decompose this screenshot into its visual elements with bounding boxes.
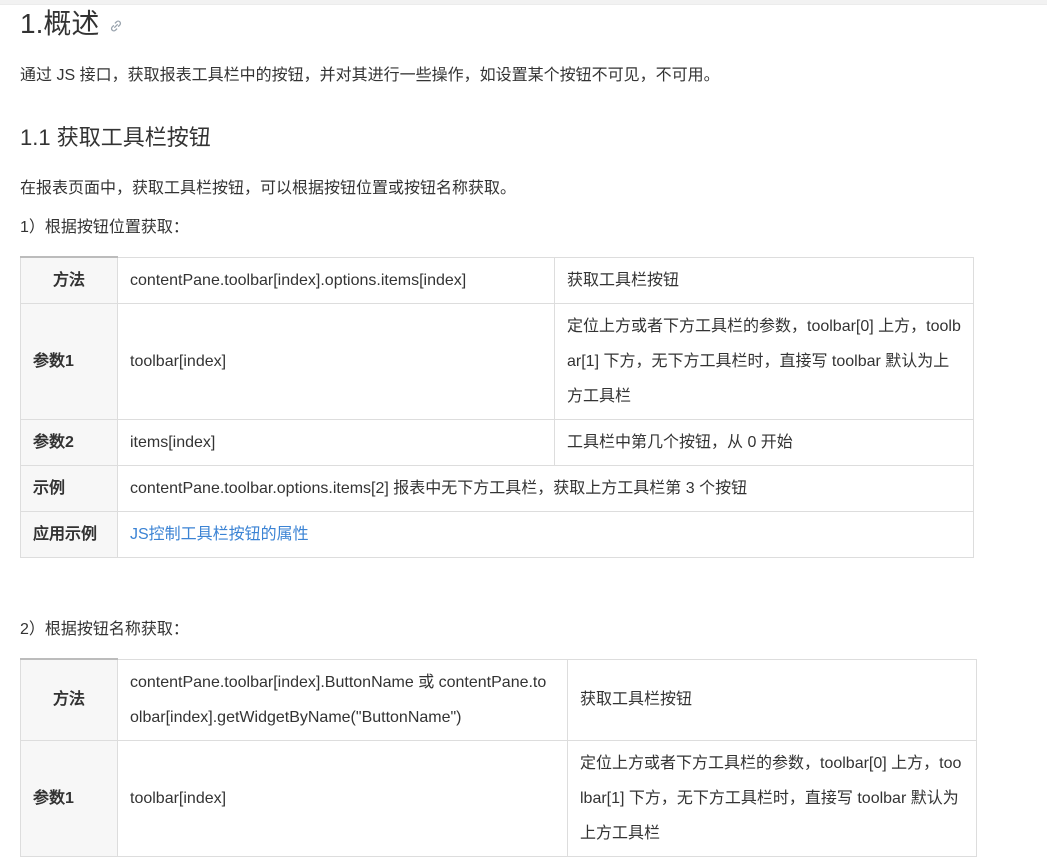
paragraph-get-buttons: 在报表页面中，获取工具栏按钮，可以根据按钮位置或按钮名称获取。 — [20, 180, 517, 197]
method-code: contentPane.toolbar[index].options.items… — [117, 256, 555, 304]
table-row: 应用示例 JS控制工具栏按钮的属性 — [20, 511, 974, 558]
table-by-name: 方法 contentPane.toolbar[index].ButtonName… — [20, 658, 977, 857]
table-row: 示例 contentPane.toolbar.options.items[2] … — [20, 465, 974, 512]
example-text: contentPane.toolbar.options.items[2] 报表中… — [117, 465, 974, 512]
intro-paragraph: 通过 JS 接口，获取报表工具栏中的按钮，并对其进行一些操作，如设置某个按钮不可… — [20, 67, 720, 84]
top-rule — [0, 0, 1047, 5]
table-by-position: 方法 contentPane.toolbar[index].options.it… — [20, 256, 974, 558]
subheading-by-name: 2）根据按钮名称获取： — [20, 621, 189, 638]
param2-desc: 工具栏中第几个按钮，从 0 开始 — [554, 419, 974, 466]
method-desc: 获取工具栏按钮 — [554, 256, 974, 304]
heading-overview: 1.概述 — [20, 6, 123, 44]
heading-get-toolbar-buttons: 1.1 获取工具栏按钮 — [20, 125, 211, 150]
row-label-example: 示例 — [20, 465, 118, 512]
table-row: 参数1 toolbar[index] 定位上方或者下方工具栏的参数，toolba… — [20, 739, 977, 857]
row-label-param2: 参数2 — [20, 419, 118, 466]
row-label-param1: 参数1 — [20, 303, 118, 420]
app-example-cell: JS控制工具栏按钮的属性 — [117, 511, 974, 558]
app-example-link[interactable]: JS控制工具栏按钮的属性 — [130, 526, 309, 543]
param1-code: toolbar[index] — [117, 739, 568, 857]
subheading-by-position: 1）根据按钮位置获取： — [20, 219, 189, 236]
method-code: contentPane.toolbar[index].ButtonName 或 … — [117, 658, 568, 741]
table-row: 方法 contentPane.toolbar[index].options.it… — [20, 256, 974, 304]
table-row: 参数1 toolbar[index] 定位上方或者下方工具栏的参数，toolba… — [20, 303, 974, 420]
heading-overview-text: 1.概述 — [20, 8, 100, 39]
param1-desc: 定位上方或者下方工具栏的参数，toolbar[0] 上方，toolbar[1] … — [567, 739, 977, 857]
table-row: 参数2 items[index] 工具栏中第几个按钮，从 0 开始 — [20, 419, 974, 466]
link-icon[interactable] — [109, 6, 123, 42]
param1-code: toolbar[index] — [117, 303, 555, 420]
param1-desc: 定位上方或者下方工具栏的参数，toolbar[0] 上方，toolbar[1] … — [554, 303, 974, 420]
method-desc: 获取工具栏按钮 — [567, 658, 977, 741]
table-row: 方法 contentPane.toolbar[index].ButtonName… — [20, 658, 977, 741]
row-label-param1: 参数1 — [20, 739, 118, 857]
param2-code: items[index] — [117, 419, 555, 466]
row-label-app-example: 应用示例 — [20, 511, 118, 558]
row-label-method: 方法 — [20, 658, 118, 741]
row-label-method: 方法 — [20, 256, 118, 304]
